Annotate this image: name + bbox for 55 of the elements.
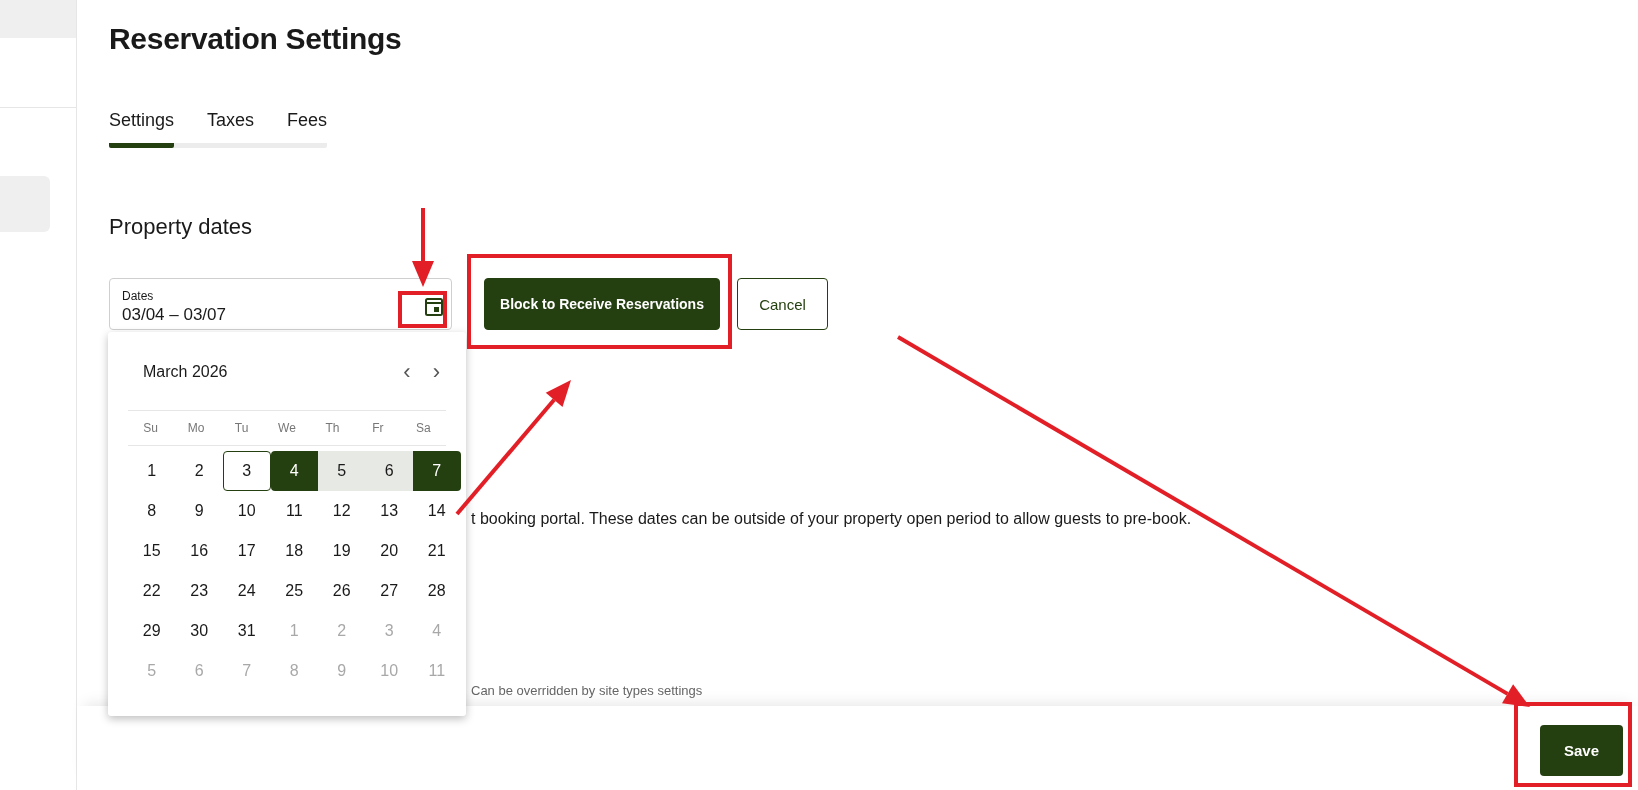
weekday-label: We — [277, 421, 297, 435]
calendar-day[interactable]: 3 — [223, 451, 271, 491]
calendar-day[interactable]: 19 — [318, 531, 366, 571]
hint-text: Can be overridden by site types settings — [471, 683, 704, 698]
calendar-day[interactable]: 1 — [128, 451, 176, 491]
weekday-label: Su — [142, 421, 160, 435]
save-button[interactable]: Save — [1540, 724, 1623, 776]
next-month-button[interactable]: › — [426, 359, 446, 385]
calendar-day[interactable]: 28 — [413, 571, 461, 611]
weekday-label: Tu — [233, 421, 250, 435]
date-field[interactable]: Dates 03/04 – 03/07 — [109, 278, 452, 330]
calendar-day[interactable]: 14 — [413, 491, 461, 531]
highlight-frame — [398, 291, 447, 328]
calendar-day[interactable]: 5 — [318, 451, 366, 491]
calendar-day[interactable]: 31 — [223, 611, 271, 651]
cancel-button[interactable]: Cancel — [737, 278, 828, 330]
calendar-day[interactable]: 18 — [270, 531, 318, 571]
calendar-day[interactable]: 27 — [365, 571, 413, 611]
calendar-day[interactable]: 23 — [175, 571, 223, 611]
block-button[interactable]: Block to Receive Reservations — [484, 278, 720, 330]
calendar-icon[interactable] — [425, 298, 443, 316]
calendar-day[interactable]: 17 — [223, 531, 271, 571]
calendar-day[interactable]: 20 — [365, 531, 413, 571]
description-text: t booking portal. These dates can be outside of your property open period to allow guests to pre-book. — [471, 510, 1193, 528]
calendar-day[interactable]: 29 — [128, 611, 176, 651]
tab[interactable]: Fees — [287, 110, 328, 148]
weekday-label: Mo — [186, 421, 206, 435]
calendar-day[interactable]: 7 — [413, 451, 461, 491]
weekday-label: Fr — [371, 421, 385, 435]
calendar-day[interactable]: 10 — [223, 491, 271, 531]
calendar-day[interactable]: 13 — [365, 491, 413, 531]
month-label: March 2026 — [143, 363, 228, 381]
weekday-label: Sa — [414, 421, 432, 435]
section-heading: Property dates — [109, 214, 254, 240]
calendar-day[interactable]: 8 — [128, 491, 176, 531]
calendar-day[interactable]: 26 — [318, 571, 366, 611]
calendar-day[interactable]: 15 — [128, 531, 176, 571]
calendar-day[interactable]: 30 — [175, 611, 223, 651]
calendar-day[interactable]: 22 — [128, 571, 176, 611]
previous-month-button[interactable]: ‹ — [397, 359, 417, 385]
calendar-day[interactable]: 12 — [318, 491, 366, 531]
calendar-day[interactable]: 16 — [175, 531, 223, 571]
calendar-day[interactable]: 2 — [175, 451, 223, 491]
calendar-day[interactable]: 6 — [365, 451, 413, 491]
calendar-day[interactable]: 4 — [270, 451, 318, 491]
tab[interactable]: Taxes — [207, 110, 255, 148]
weekday-label: Th — [324, 421, 341, 435]
calendar-day[interactable]: 24 — [223, 571, 271, 611]
calendar-day[interactable]: 11 — [270, 491, 318, 531]
tab[interactable]: Settings — [109, 110, 175, 148]
page-title: Reservation Settings — [109, 22, 403, 56]
calendar-day[interactable]: 25 — [270, 571, 318, 611]
sidebar-item[interactable] — [0, 0, 76, 38]
calendar-day[interactable]: 21 — [413, 531, 461, 571]
calendar-day[interactable]: 9 — [175, 491, 223, 531]
